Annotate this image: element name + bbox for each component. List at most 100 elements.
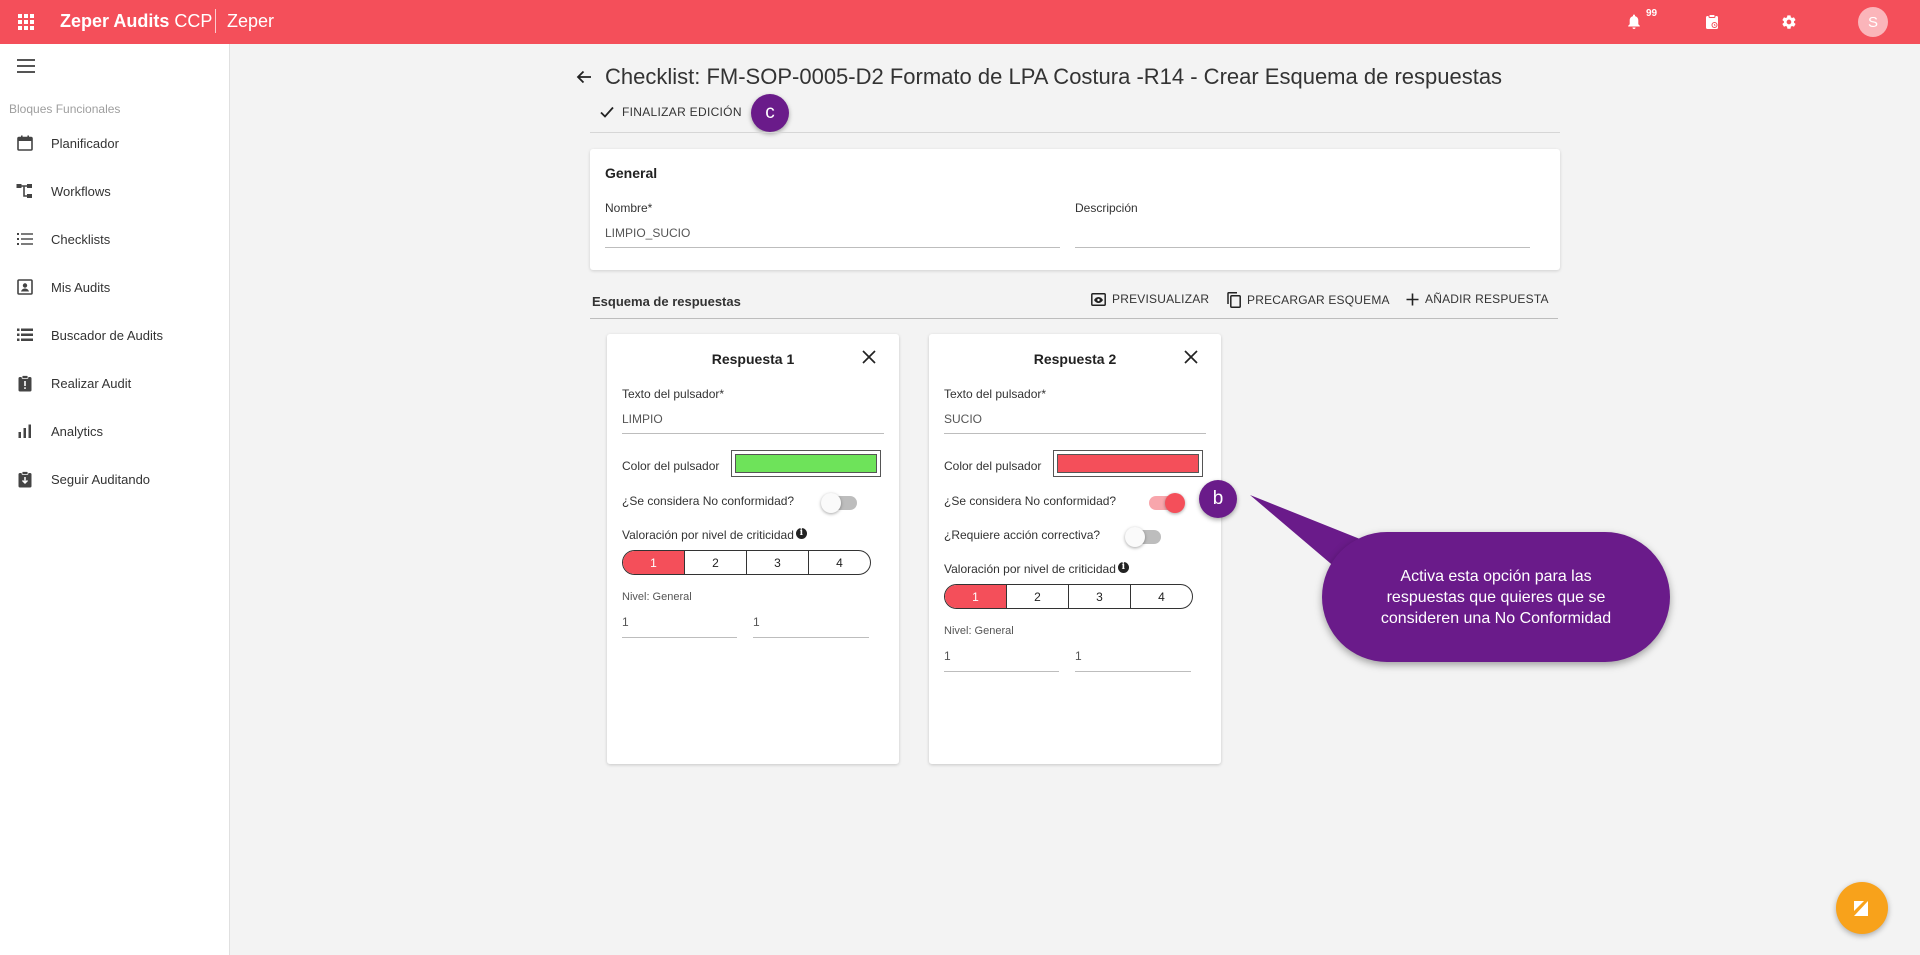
checklist-icon [16, 230, 34, 248]
nonconformity-toggle[interactable] [821, 493, 857, 513]
apps-icon[interactable] [18, 14, 34, 30]
zendesk-logo-icon [1854, 901, 1868, 916]
name-label: Nombre* [605, 201, 653, 215]
response-title: Respuesta 2 [1033, 351, 1117, 367]
criticality-level-4[interactable]: 4 [808, 551, 870, 574]
sidebar-item-label: Realizar Audit [51, 375, 132, 391]
level-label: Nivel: General [944, 625, 1014, 637]
sidebar-item-buscador-de-audits[interactable]: Buscador de Audits [0, 315, 229, 355]
nonconformity-label: ¿Se considera No conformidad? [622, 494, 795, 508]
tenant-name: Zeper [227, 11, 275, 31]
annotation-bubble-c: c [751, 94, 789, 132]
user-avatar[interactable]: S [1858, 7, 1888, 37]
contact-card-icon [16, 278, 34, 296]
description-field[interactable] [1075, 226, 1530, 242]
general-card: General Nombre* LIMPIO_SUCIO Descripción [590, 149, 1560, 270]
help-fab-button[interactable] [1836, 882, 1888, 934]
button-color-label: Color del pulsador [944, 459, 1042, 473]
nonconformity-label: ¿Se considera No conformidad? [944, 494, 1117, 508]
criticality-level-2[interactable]: 2 [1006, 585, 1068, 608]
info-icon[interactable]: i [1117, 562, 1129, 573]
preview-label: PREVISUALIZAR [1112, 292, 1210, 306]
preload-schema-button[interactable]: PRECARGAR ESQUEMA [1227, 292, 1390, 308]
add-response-label: AÑADIR RESPUESTA [1425, 292, 1549, 306]
header-divider [590, 132, 1560, 133]
schema-divider [590, 318, 1558, 319]
level-value-field-1[interactable]: 1 [944, 649, 1059, 665]
criticality-level-selector: 1 2 3 4 [944, 584, 1193, 609]
name-field[interactable]: LIMPIO_SUCIO [605, 226, 1060, 242]
criticality-level-2[interactable]: 2 [684, 551, 746, 574]
level-value-underline [944, 671, 1059, 672]
button-color-label: Color del pulsador [622, 459, 720, 473]
corrective-action-toggle[interactable] [1125, 527, 1161, 547]
sidebar-item-label: Planificador [51, 135, 119, 151]
sidebar-section-title: Bloques Funcionales [9, 102, 121, 116]
sidebar-item-workflows[interactable]: Workflows [0, 171, 229, 211]
add-response-button[interactable]: AÑADIR RESPUESTA [1406, 292, 1549, 306]
sidebar-item-label: Analytics [51, 423, 104, 439]
response-card-2: Respuesta 2 Texto del pulsador* SUCIO Co… [929, 334, 1221, 764]
back-arrow-icon[interactable] [575, 68, 593, 86]
app-brand[interactable]: Zeper Audits CCP [60, 11, 212, 32]
level-value-underline [622, 637, 737, 638]
general-title: General [605, 165, 658, 181]
preview-eye-icon [1091, 292, 1106, 306]
name-field-underline [605, 247, 1060, 248]
criticality-level-4[interactable]: 4 [1130, 585, 1192, 608]
criticality-level-3[interactable]: 3 [746, 551, 808, 574]
workflow-icon [16, 182, 34, 200]
level-value-underline [1075, 671, 1191, 672]
button-color-picker[interactable] [1053, 450, 1203, 477]
button-text-field[interactable]: SUCIO [944, 412, 1206, 428]
sidebar-item-label: Checklists [51, 231, 111, 247]
hamburger-menu-icon[interactable] [17, 59, 35, 73]
finalize-editing-label: FINALIZAR EDICIÓN [622, 105, 742, 119]
criticality-level-3[interactable]: 3 [1068, 585, 1130, 608]
check-icon [600, 106, 614, 118]
schema-title: Esquema de respuestas [592, 294, 741, 309]
info-icon[interactable]: i [795, 528, 807, 539]
sidebar-item-analytics[interactable]: Analytics [0, 411, 229, 451]
level-value-field-1[interactable]: 1 [622, 615, 737, 631]
criticality-label: Valoración por nivel de criticidad i [944, 562, 1129, 576]
close-icon[interactable] [1183, 349, 1199, 365]
list-search-icon [16, 326, 34, 344]
close-icon[interactable] [861, 349, 877, 365]
corrective-action-label: ¿Requiere acción correctiva? [944, 528, 1101, 542]
criticality-label: Valoración por nivel de criticidad i [622, 528, 807, 542]
finalize-editing-button[interactable]: FINALIZAR EDICIÓN [600, 105, 742, 119]
button-text-field[interactable]: LIMPIO [622, 412, 884, 428]
bell-icon[interactable] [1624, 12, 1644, 32]
criticality-level-selector: 1 2 3 4 [622, 550, 871, 575]
notification-count: 99 [1646, 8, 1658, 19]
level-value-field-2[interactable]: 1 [1075, 649, 1191, 665]
sidebar-item-seguir-auditando[interactable]: Seguir Auditando [0, 459, 229, 499]
page-title: Checklist: FM-SOP-0005-D2 Formato de LPA… [605, 64, 1503, 89]
preview-button[interactable]: PREVISUALIZAR [1091, 292, 1209, 306]
top-bar: Zeper Audits CCP Zeper 99 S [0, 0, 1920, 44]
description-label: Descripción [1075, 201, 1138, 215]
criticality-level-1[interactable]: 1 [623, 551, 684, 574]
button-color-picker[interactable] [731, 450, 881, 477]
nonconformity-toggle[interactable] [1149, 493, 1185, 513]
plus-icon [1406, 293, 1419, 305]
annotation-bubble-b: b [1199, 480, 1237, 518]
level-value-field-2[interactable]: 1 [753, 615, 869, 631]
button-text-label: Texto del pulsador* [622, 387, 725, 401]
sidebar-item-label: Buscador de Audits [51, 327, 164, 343]
sidebar-item-realizar-audit[interactable]: Realizar Audit [0, 363, 229, 403]
sidebar-item-label: Workflows [51, 183, 111, 199]
clipboard-clock-icon[interactable] [1702, 12, 1722, 32]
criticality-level-1[interactable]: 1 [945, 585, 1006, 608]
calendar-icon [16, 134, 34, 152]
annotation-callout: Activa esta opción para las respuestas q… [1322, 532, 1670, 662]
sidebar-item-planificador[interactable]: Planificador [0, 123, 229, 163]
response-card-1: Respuesta 1 Texto del pulsador* LIMPIO C… [607, 334, 899, 764]
sidebar-item-mis-audits[interactable]: Mis Audits [0, 267, 229, 307]
clipboard-download-icon [16, 470, 34, 488]
response-title: Respuesta 1 [711, 351, 795, 367]
sidebar-item-label: Seguir Auditando [51, 471, 151, 487]
gear-icon[interactable] [1779, 12, 1799, 32]
sidebar-item-checklists[interactable]: Checklists [0, 219, 229, 259]
